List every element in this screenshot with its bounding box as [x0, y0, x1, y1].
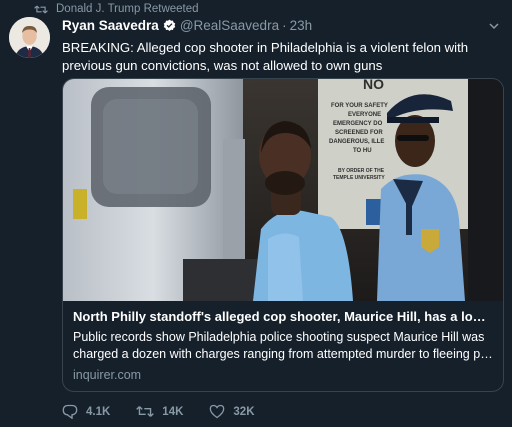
retweet-button[interactable]: 14K: [136, 405, 183, 418]
sign-text-line: SCREENED FOR: [335, 130, 383, 136]
sign-text-line: BY ORDER OF THE: [338, 168, 385, 174]
verified-badge-icon: [163, 19, 176, 32]
tweet-header: Ryan Saavedra @RealSaavedra · 23h: [62, 18, 312, 33]
card-description: Public records show Philadelphia police …: [73, 329, 493, 363]
tweet-text: BREAKING: Alleged cop shooter in Philade…: [62, 40, 469, 73]
retweet-icon: [34, 5, 48, 13]
heart-icon: [210, 404, 225, 419]
header-separator: ·: [282, 18, 287, 33]
retweet-context[interactable]: Donald J. Trump Retweeted: [34, 3, 199, 15]
sign-text-line: NO: [363, 79, 384, 92]
card-description-line: charged a dozen with charges ranging fro…: [73, 347, 493, 361]
avatar[interactable]: [9, 17, 50, 58]
sign-text-line: TEMPLE UNIVERSITY: [333, 175, 385, 181]
card-image: NO FOR YOUR SAFETY EVERYONE EMERGENCY DO…: [63, 79, 503, 301]
author-name[interactable]: Ryan Saavedra: [62, 18, 159, 33]
tweet-actions: 4.1K 14K 32K: [62, 404, 281, 419]
link-preview-card[interactable]: NO FOR YOUR SAFETY EVERYONE EMERGENCY DO…: [62, 78, 504, 392]
chevron-down-icon[interactable]: [488, 19, 500, 37]
sign-text-line: FOR YOUR SAFETY: [331, 103, 388, 109]
reply-count: 4.1K: [86, 405, 111, 418]
reply-button[interactable]: 4.1K: [62, 404, 110, 419]
card-description-line: Public records show Philadelphia police …: [73, 330, 485, 344]
tweet-timestamp[interactable]: 23h: [290, 18, 313, 33]
sign-text-line: EVERYONE: [348, 112, 381, 118]
like-button[interactable]: 32K: [209, 404, 255, 419]
reply-icon: [62, 404, 78, 419]
sign-text-line: TO HU: [353, 148, 372, 154]
retweet-icon: [136, 406, 155, 417]
retweet-context-text: Donald J. Trump Retweeted: [56, 3, 199, 15]
sign-text-line: DANGEROUS, ILLE: [329, 139, 384, 145]
retweet-count: 14K: [162, 405, 184, 418]
sign-text-line: EMERGENCY DO: [333, 121, 383, 127]
card-domain: inquirer.com: [73, 368, 142, 382]
author-handle[interactable]: @RealSaavedra: [180, 18, 279, 33]
card-title: North Philly standoff's alleged cop shoo…: [73, 309, 493, 324]
like-count: 32K: [233, 405, 255, 418]
